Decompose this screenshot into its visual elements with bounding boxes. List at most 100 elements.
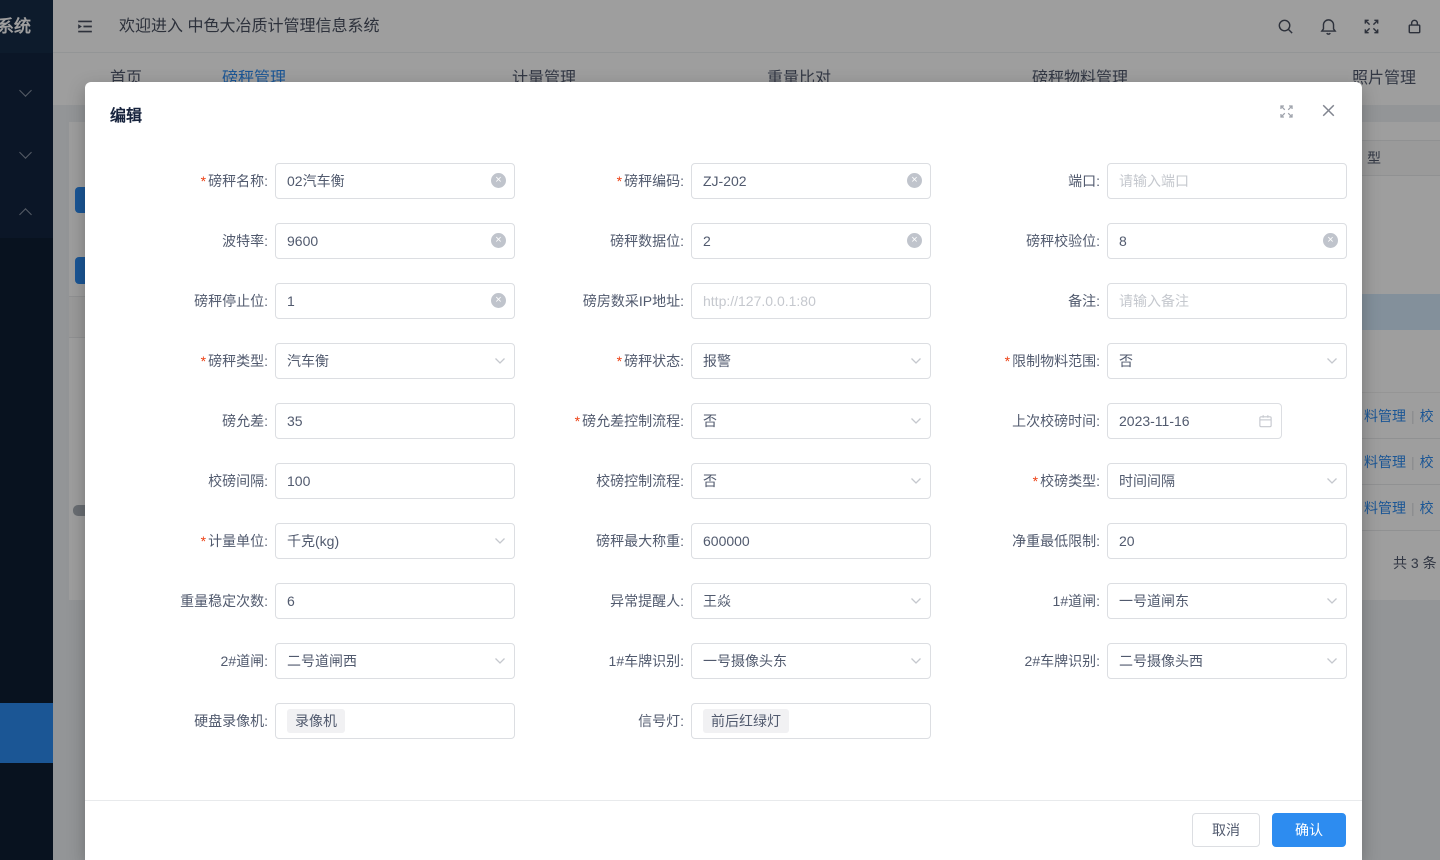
form-item-calibration-type: *校磅类型: 时间间隔 bbox=[931, 463, 1347, 523]
field-control-weight-stable-times bbox=[275, 583, 515, 619]
dialog-footer: 取消 确认 bbox=[85, 800, 1362, 860]
field-label-stop-bits: 磅秤停止位: bbox=[99, 283, 268, 319]
select-abnormal-reminder[interactable]: 王焱 bbox=[691, 583, 931, 619]
field-control-remark bbox=[1107, 283, 1347, 319]
select-scale-status[interactable]: 报警 bbox=[691, 343, 931, 379]
field-label-plate-recognition-1: 1#车牌识别: bbox=[515, 643, 684, 679]
field-control-scale-type: 汽车衡 bbox=[275, 343, 515, 379]
clear-icon[interactable]: × bbox=[491, 233, 506, 248]
input-scale-code[interactable] bbox=[691, 163, 931, 199]
select-calibration-flow[interactable]: 否 bbox=[691, 463, 931, 499]
confirm-button[interactable]: 确认 bbox=[1272, 813, 1346, 847]
field-control-calibration-interval bbox=[275, 463, 515, 499]
required-asterisk: * bbox=[201, 353, 206, 369]
field-control-baud-rate: × bbox=[275, 223, 515, 259]
multiselect-dvr[interactable]: 录像机 bbox=[275, 703, 515, 739]
form-item-calibration-interval: 校磅间隔: bbox=[99, 463, 515, 523]
select-scale-type[interactable]: 汽车衡 bbox=[275, 343, 515, 379]
field-label-text: 校磅类型: bbox=[1040, 473, 1100, 489]
field-control-calibration-flow: 否 bbox=[691, 463, 931, 499]
select-value: 王焱 bbox=[703, 593, 731, 609]
clear-icon[interactable]: × bbox=[491, 173, 506, 188]
multiselect-signal-light[interactable]: 前后红绿灯 bbox=[691, 703, 931, 739]
field-control-gate-2: 二号道闸西 bbox=[275, 643, 515, 679]
input-ip-address[interactable] bbox=[691, 283, 931, 319]
input-scale-name[interactable] bbox=[275, 163, 515, 199]
form-item-scale-status: *磅秤状态:报警 bbox=[515, 343, 931, 403]
form-item-scale-code: *磅秤编码:× bbox=[515, 163, 931, 223]
modal-form: *磅秤名称:×*磅秤编码:×端口:波特率:×磅秤数据位:×磅秤校验位:×磅秤停止… bbox=[99, 140, 1347, 763]
field-label-calibration-interval: 校磅间隔: bbox=[99, 463, 268, 499]
field-control-port bbox=[1107, 163, 1347, 199]
form-item-plate-recognition-1: 1#车牌识别: 一号摄像头东 bbox=[515, 643, 931, 703]
required-asterisk: * bbox=[617, 353, 622, 369]
select-value: 二号道闸西 bbox=[287, 653, 357, 669]
field-control-scale-name: × bbox=[275, 163, 515, 199]
edit-dialog: 编辑 *磅秤名称:×*磅秤编码:×端口:波特率:×磅秤数据位:×磅秤校验位:×磅… bbox=[85, 82, 1362, 860]
select-material-range[interactable]: 否 bbox=[1107, 343, 1347, 379]
select-value: 一号摄像头东 bbox=[703, 653, 787, 669]
input-calibration-interval[interactable] bbox=[275, 463, 515, 499]
field-label-scale-status: *磅秤状态: bbox=[515, 343, 684, 379]
field-control-dvr: 录像机 bbox=[275, 703, 515, 739]
field-label-text: 磅秤状态: bbox=[624, 353, 684, 369]
required-asterisk: * bbox=[575, 413, 580, 429]
clear-icon[interactable]: × bbox=[907, 173, 922, 188]
input-weight-stable-times[interactable] bbox=[275, 583, 515, 619]
form-item-ip-address: 磅房数采IP地址: bbox=[515, 283, 931, 343]
field-control-abnormal-reminder: 王焱 bbox=[691, 583, 931, 619]
field-label-text: 磅秤名称: bbox=[208, 173, 268, 189]
select-plate-recognition-1[interactable]: 一号摄像头东 bbox=[691, 643, 931, 679]
select-value: 否 bbox=[1119, 353, 1133, 369]
tag-chip: 录像机 bbox=[287, 709, 345, 733]
required-asterisk: * bbox=[1005, 353, 1010, 369]
input-tolerance[interactable] bbox=[275, 403, 515, 439]
form-item-tolerance-flow: *磅允差控制流程: 否 bbox=[515, 403, 931, 463]
form-item-port: 端口: bbox=[931, 163, 1347, 223]
dialog-close-icon[interactable] bbox=[1319, 101, 1338, 120]
cancel-button[interactable]: 取消 bbox=[1192, 813, 1260, 847]
field-label-port: 端口: bbox=[931, 163, 1100, 199]
field-label-text: 磅允差控制流程: bbox=[582, 413, 684, 429]
select-gate-2[interactable]: 二号道闸西 bbox=[275, 643, 515, 679]
clear-icon[interactable]: × bbox=[907, 233, 922, 248]
required-asterisk: * bbox=[1033, 473, 1038, 489]
required-asterisk: * bbox=[201, 533, 206, 549]
dialog-fullscreen-icon[interactable] bbox=[1278, 103, 1295, 120]
field-label-material-range: *限制物料范围: bbox=[931, 343, 1100, 379]
select-tolerance-flow[interactable]: 否 bbox=[691, 403, 931, 439]
field-control-material-range: 否 bbox=[1107, 343, 1347, 379]
select-plate-recognition-2[interactable]: 二号摄像头西 bbox=[1107, 643, 1347, 679]
field-label-gate-1: 1#道闸: bbox=[931, 583, 1100, 619]
select-unit[interactable]: 千克(kg) bbox=[275, 523, 515, 559]
field-label-text: 磅秤编码: bbox=[624, 173, 684, 189]
field-label-max-weight: 磅秤最大称重: bbox=[515, 523, 684, 559]
input-stop-bits[interactable] bbox=[275, 283, 515, 319]
form-item-stop-bits: 磅秤停止位: × bbox=[99, 283, 515, 343]
input-baud-rate[interactable] bbox=[275, 223, 515, 259]
input-min-net-limit[interactable] bbox=[1107, 523, 1347, 559]
field-label-text: 端口: bbox=[1068, 173, 1100, 189]
select-calibration-type[interactable]: 时间间隔 bbox=[1107, 463, 1347, 499]
field-label-text: 限制物料范围: bbox=[1012, 353, 1100, 369]
field-label-text: 信号灯: bbox=[638, 713, 684, 729]
input-data-bits[interactable] bbox=[691, 223, 931, 259]
input-remark[interactable] bbox=[1107, 283, 1347, 319]
date-input-last-calibration-date[interactable]: 2023-11-16 bbox=[1107, 403, 1282, 439]
field-control-scale-status: 报警 bbox=[691, 343, 931, 379]
input-check-bits[interactable] bbox=[1107, 223, 1347, 259]
field-label-text: 1#道闸: bbox=[1053, 593, 1100, 609]
field-label-text: 备注: bbox=[1068, 293, 1100, 309]
form-item-check-bits: 磅秤校验位:× bbox=[931, 223, 1347, 283]
form-item-material-range: *限制物料范围: 否 bbox=[931, 343, 1347, 403]
field-label-abnormal-reminder: 异常提醒人: bbox=[515, 583, 684, 619]
field-label-text: 计量单位: bbox=[208, 533, 268, 549]
select-gate-1[interactable]: 一号道闸东 bbox=[1107, 583, 1347, 619]
field-label-text: 磅房数采IP地址: bbox=[583, 293, 684, 309]
form-item-data-bits: 磅秤数据位:× bbox=[515, 223, 931, 283]
input-port[interactable] bbox=[1107, 163, 1347, 199]
clear-icon[interactable]: × bbox=[491, 293, 506, 308]
field-label-text: 磅允差: bbox=[222, 413, 268, 429]
clear-icon[interactable]: × bbox=[1323, 233, 1338, 248]
input-max-weight[interactable] bbox=[691, 523, 931, 559]
